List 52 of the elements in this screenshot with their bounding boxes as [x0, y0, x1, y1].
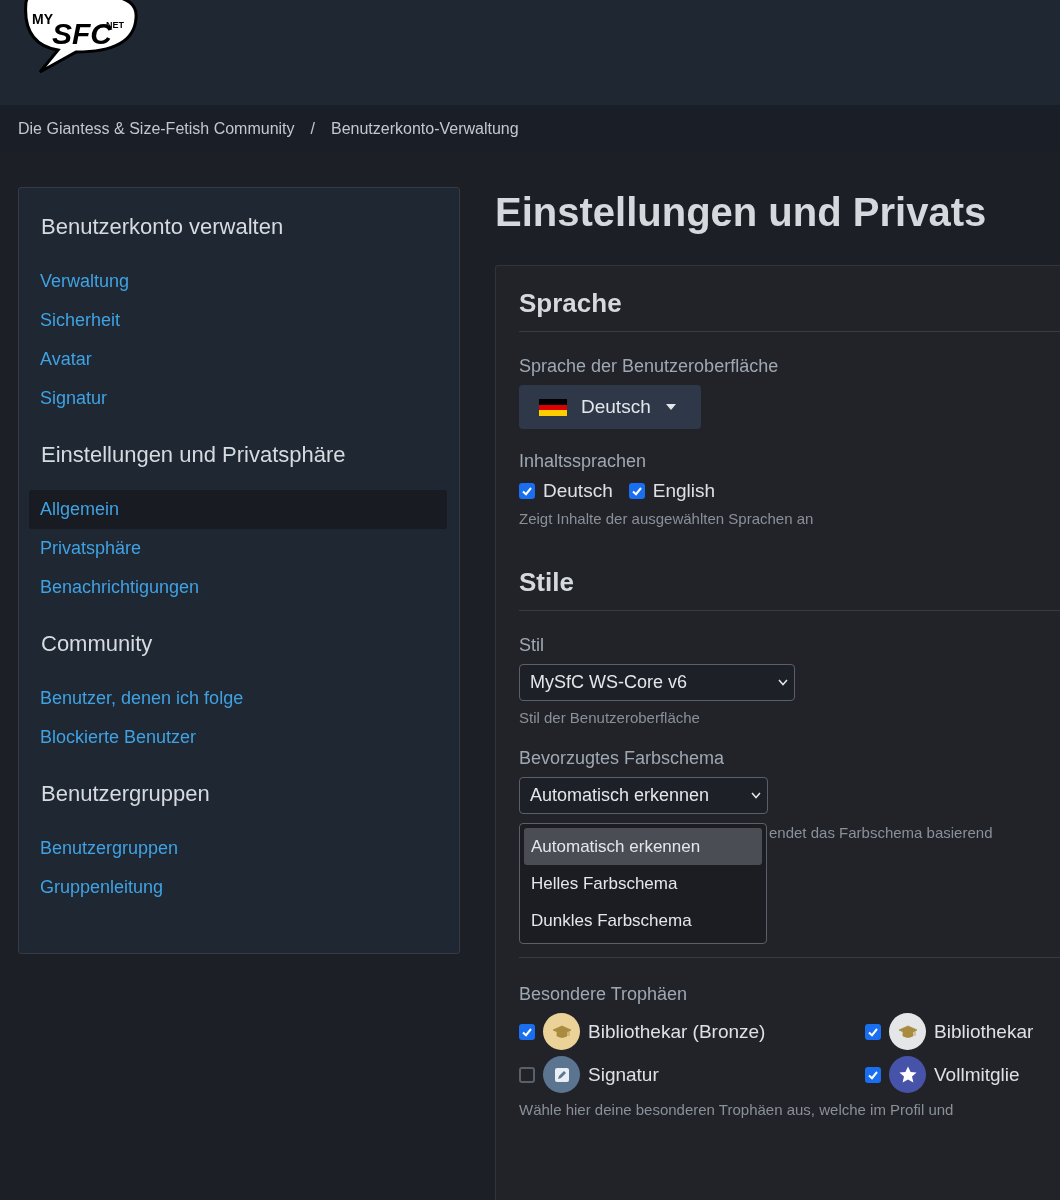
sidebar-item[interactable]: Signatur: [29, 379, 447, 418]
caret-icon: [664, 403, 677, 411]
section-heading: Sprache: [519, 288, 1060, 332]
sidebar-item[interactable]: Verwaltung: [29, 262, 447, 301]
sidebar-item[interactable]: Benutzer, denen ich folge: [29, 679, 447, 718]
checkbox[interactable]: [628, 483, 645, 499]
sidebar-item[interactable]: Avatar: [29, 340, 447, 379]
select-field[interactable]: Automatisch erkennen: [519, 777, 768, 814]
sidebar-item[interactable]: Benachrichtigungen: [29, 568, 447, 607]
trophy-label: Signatur: [588, 1063, 659, 1086]
sidebar-item[interactable]: Sicherheit: [29, 301, 447, 340]
checkbox[interactable]: [519, 1066, 535, 1083]
help-text: Zeigt Inhalte der ausgewählten Sprachen an: [519, 510, 815, 527]
dropdown-option[interactable]: Dunkles Farbschema: [524, 902, 762, 939]
page-title: Einstellungen und Privats: [495, 189, 988, 235]
sidebar-item[interactable]: Blockierte Benutzer: [29, 718, 447, 757]
field-label: Besondere Trophäen: [519, 984, 689, 1005]
field-label: Sprache der Benutzeroberfläche: [519, 356, 780, 377]
sidebar-heading: Einstellungen und Privatsphäre: [41, 442, 347, 468]
checkbox[interactable]: [865, 1066, 881, 1083]
dropdown-option[interactable]: Helles Farbschema: [524, 865, 762, 902]
trophy-label: Bibliothekar (Bronze): [588, 1020, 766, 1043]
trophy-label: Bibliothekar: [934, 1020, 1034, 1043]
sidebar-heading: Benutzerkonto verwalten: [41, 214, 285, 240]
field-label: Inhaltssprachen: [519, 451, 648, 472]
checkbox[interactable]: [865, 1023, 881, 1040]
sidebar-item[interactable]: Allgemein: [29, 490, 447, 529]
field-label: Bevorzugtes Farbschema: [519, 748, 726, 769]
select-field[interactable]: MySfC WS-Core v6: [519, 664, 795, 701]
help-text: Stil der Benutzeroberfläche: [519, 709, 701, 726]
breadcrumb-link[interactable]: Benutzerkonto-Verwaltung: [331, 120, 519, 138]
checkbox[interactable]: [519, 1023, 535, 1040]
sidebar-item[interactable]: Gruppenleitung: [29, 868, 447, 907]
sidebar-item[interactable]: Benutzergruppen: [29, 829, 447, 868]
chevron-down-icon: [778, 679, 788, 686]
help-text: endet das Farbschema basierend: [769, 824, 994, 841]
chevron-down-icon: [751, 792, 761, 799]
checkbox-label: English: [652, 480, 716, 502]
breadcrumb-separator: /: [310, 120, 315, 138]
flag-icon: [539, 398, 567, 416]
field-label: Stil: [519, 635, 545, 656]
language-dropdown[interactable]: Deutsch: [519, 385, 701, 429]
checkbox[interactable]: [519, 483, 535, 499]
breadcrumb-link[interactable]: Die Giantess & Size-Fetish Community: [18, 120, 295, 138]
sidebar-heading: Community: [41, 631, 154, 657]
help-text: Wähle hier deine besonderen Trophäen aus, welche im Profil und: [519, 1101, 955, 1118]
dropdown-option[interactable]: Automatisch erkennen: [524, 828, 762, 865]
trophy-label: Vollmitglie: [934, 1063, 1020, 1086]
checkbox-label: Deutsch: [543, 480, 613, 502]
sidebar-heading: Benutzergruppen: [41, 781, 211, 807]
sidebar-item[interactable]: Privatsphäre: [29, 529, 447, 568]
section-heading: Stile: [519, 567, 1060, 611]
